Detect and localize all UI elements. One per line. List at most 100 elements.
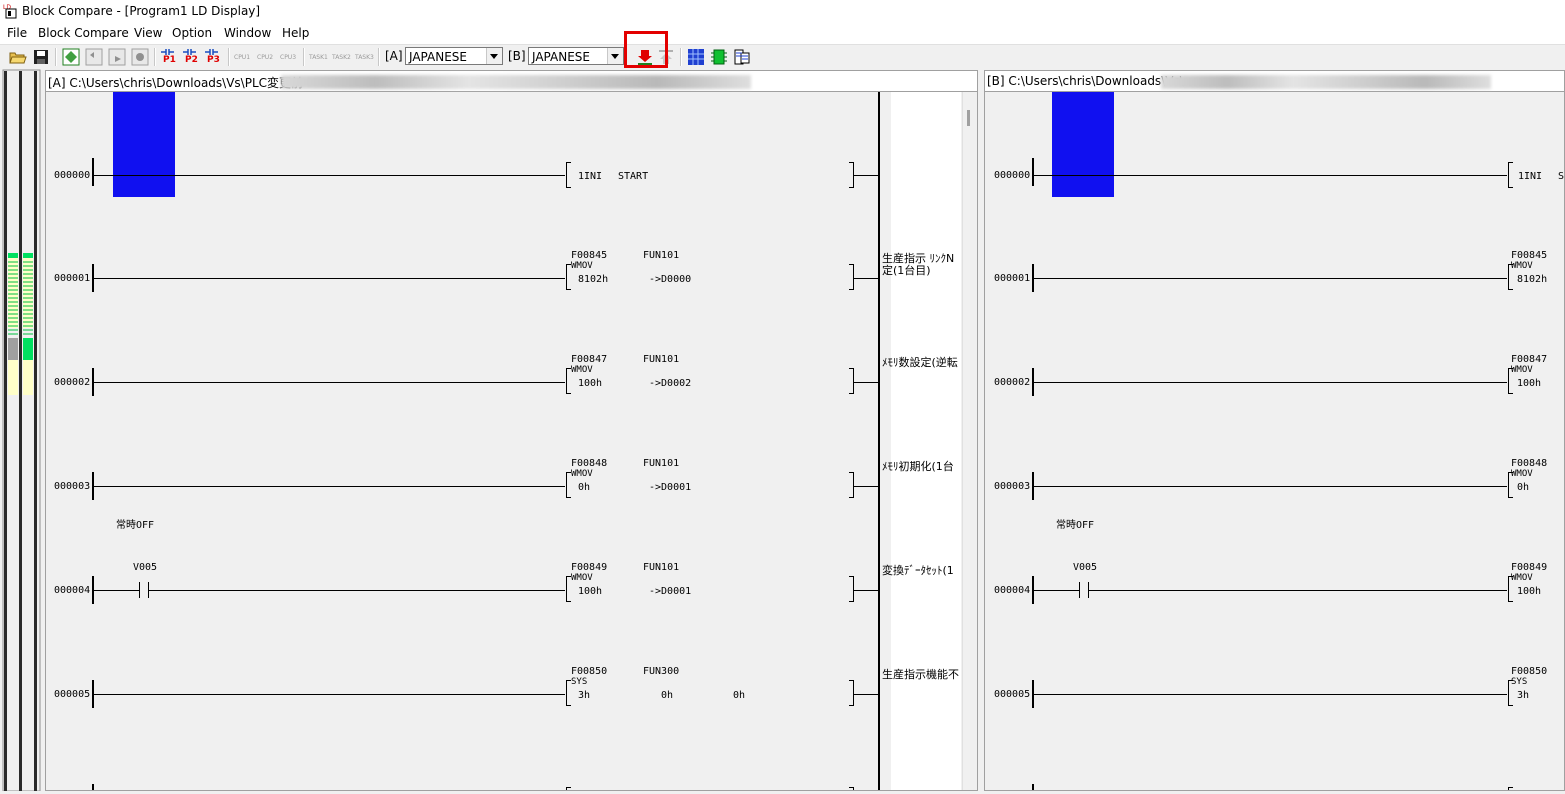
instruction-op: WMOV xyxy=(571,469,593,479)
instruction-bracket xyxy=(849,472,854,498)
contact-comment: 常時OFF xyxy=(116,520,155,531)
chevron-down-icon[interactable] xyxy=(486,48,502,64)
block-marker xyxy=(1052,92,1114,197)
rung-line xyxy=(854,486,878,487)
rung-line xyxy=(93,590,139,591)
rung-number: 000000 xyxy=(54,170,91,181)
instruction-op: WMOV xyxy=(1511,573,1533,583)
rung-line xyxy=(1033,590,1079,591)
function-name: FUN101 xyxy=(643,250,680,261)
title-bar: LD Block Compare - [Program1 LD Display] xyxy=(0,0,1565,23)
pane-a-path: [A] C:\Users\chris\Downloads\Vs\PLC変更前 xyxy=(48,76,304,90)
function-number: F00850 xyxy=(571,666,608,677)
rung-number: 000003 xyxy=(54,481,91,492)
p3-button[interactable]: P3 xyxy=(204,47,224,67)
instruction-arg: 0h xyxy=(733,690,746,701)
instruction-op: 1INI xyxy=(578,171,603,182)
instruction-arg: START xyxy=(618,171,649,182)
instruction-arg: 100h xyxy=(1517,378,1542,389)
window-title: Block Compare - [Program1 LD Display] xyxy=(22,4,261,18)
ladder-view-a[interactable]: 000000 1INI START 000001 F00845 FUN101 W… xyxy=(46,92,977,790)
block-marker xyxy=(113,92,175,197)
instruction-arg: 0h xyxy=(1517,482,1530,493)
pane-a: [A] C:\Users\chris\Downloads\Vs\PLC変更前 0… xyxy=(45,70,978,791)
label-a: [A] xyxy=(385,49,403,63)
instruction-dest: ->D0000 xyxy=(649,274,692,285)
chip-icon[interactable] xyxy=(709,47,729,67)
menu-block-compare[interactable]: Block Compare xyxy=(38,26,129,40)
p1-button[interactable]: P1 xyxy=(160,47,180,67)
window-tile-icon[interactable] xyxy=(732,47,752,67)
instruction-op: SYS xyxy=(571,677,588,687)
function-number: F00848 xyxy=(1511,458,1548,469)
menu-file[interactable]: File xyxy=(7,26,27,40)
rung-line xyxy=(93,175,565,176)
rung-number: 000002 xyxy=(994,377,1031,388)
rung-line xyxy=(1033,382,1507,383)
rung-line xyxy=(1033,175,1507,176)
task1-button[interactable]: TASK1 xyxy=(309,54,328,61)
function-name: FUN300 xyxy=(643,666,680,677)
cpu2-button[interactable]: CPU2 xyxy=(257,54,273,61)
language-a-select[interactable]: JAPANESE xyxy=(405,47,503,65)
cpu3-button[interactable]: CPU3 xyxy=(280,54,296,61)
instruction-op: WMOV xyxy=(1511,469,1533,479)
svg-text:LD: LD xyxy=(3,4,11,11)
rung-line xyxy=(1033,278,1507,279)
instruction-op: 1INI xyxy=(1518,171,1543,182)
cpu1-button[interactable]: CPU1 xyxy=(234,54,250,61)
menu-view[interactable]: View xyxy=(134,26,162,40)
rung-line xyxy=(854,175,878,176)
task3-button[interactable]: TASK3 xyxy=(355,54,374,61)
menu-window[interactable]: Window xyxy=(224,26,271,40)
instruction-op: SYS xyxy=(1511,677,1528,687)
rung-comment: 生産指示機能不 xyxy=(882,668,959,681)
menu-option[interactable]: Option xyxy=(172,26,212,40)
menu-help[interactable]: Help xyxy=(282,26,309,40)
rung-comment: 定(1台目) xyxy=(882,264,931,277)
function-name: FUN101 xyxy=(643,354,680,365)
task2-button[interactable]: TASK2 xyxy=(332,54,351,61)
function-name: FUN101 xyxy=(643,562,680,573)
next-diff-icon[interactable] xyxy=(107,47,127,67)
function-number: F00849 xyxy=(571,562,608,573)
vertical-scrollbar[interactable] xyxy=(962,92,977,790)
prev-diff-icon[interactable] xyxy=(84,47,104,67)
rung-line xyxy=(93,694,565,695)
rung-line xyxy=(854,278,878,279)
instruction-op: WMOV xyxy=(1511,365,1533,375)
settings-icon[interactable] xyxy=(130,47,150,67)
language-b-select[interactable]: JAPANESE xyxy=(528,47,624,65)
function-number: F00845 xyxy=(571,250,608,261)
function-number: F00847 xyxy=(571,354,608,365)
instruction-dest: ->D0001 xyxy=(649,482,692,493)
ladder-view-b[interactable]: 000000 1INI S 000001 F00845 WMOV 8102h 0… xyxy=(985,92,1564,790)
comment-column xyxy=(891,92,961,790)
rung-line xyxy=(1033,694,1507,695)
save-icon[interactable] xyxy=(31,47,51,67)
scroll-thumb[interactable] xyxy=(967,110,970,126)
rung-line xyxy=(93,278,565,279)
grid-icon[interactable] xyxy=(686,47,706,67)
rung-comment: ﾒﾓﾘ数設定(逆転 xyxy=(882,356,958,369)
p2-label: P2 xyxy=(185,55,198,65)
instruction-bracket xyxy=(849,787,854,790)
language-b-value: JAPANESE xyxy=(532,50,590,64)
instruction-dest: ->D0001 xyxy=(649,586,692,597)
overview-map[interactable] xyxy=(0,68,43,792)
rung-number: 000001 xyxy=(994,273,1031,284)
rung-number: 000004 xyxy=(994,585,1031,596)
function-name: FUN101 xyxy=(643,458,680,469)
language-a-value: JAPANESE xyxy=(409,50,467,64)
rung-number: 000003 xyxy=(994,481,1031,492)
chevron-down-icon[interactable] xyxy=(607,48,623,64)
open-folder-icon[interactable] xyxy=(8,47,28,67)
p2-button[interactable]: P2 xyxy=(182,47,202,67)
blurred-path xyxy=(1161,75,1491,89)
instruction-arg: 3h xyxy=(1517,690,1530,701)
instruction-bracket xyxy=(849,368,854,394)
instruction-op: WMOV xyxy=(1511,261,1533,271)
label-b: [B] xyxy=(508,49,526,63)
overview-strip[interactable] xyxy=(0,68,43,792)
compare-icon[interactable] xyxy=(61,47,81,67)
